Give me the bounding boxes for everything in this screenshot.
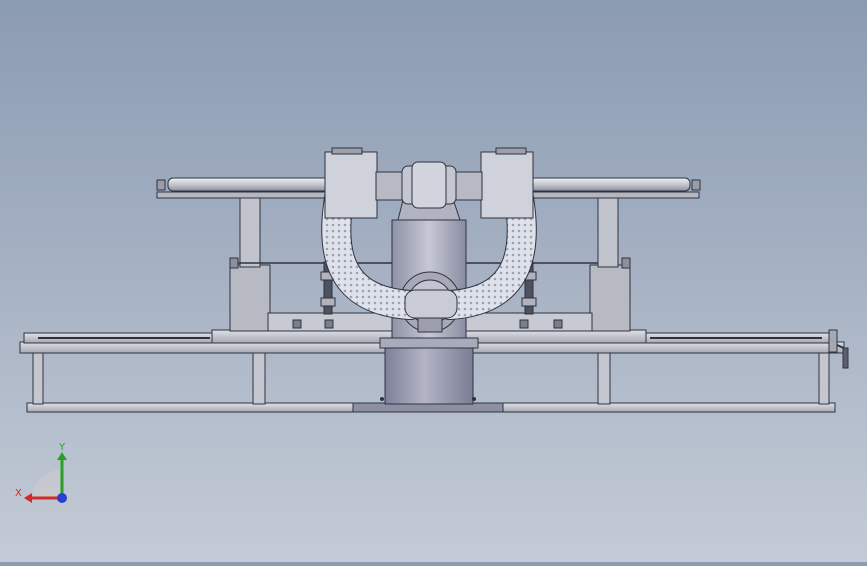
left-linear-rail[interactable] bbox=[23, 332, 215, 344]
y-axis-arrow bbox=[57, 452, 67, 460]
model-view[interactable] bbox=[0, 0, 867, 562]
graphics-viewport[interactable]: Y X bbox=[0, 0, 867, 562]
y-axis-label: Y bbox=[58, 442, 66, 453]
wrist-coupling[interactable] bbox=[401, 161, 457, 209]
right-gun-head[interactable] bbox=[455, 147, 534, 219]
triad-disc bbox=[32, 470, 60, 498]
left-gun-head[interactable] bbox=[324, 147, 403, 219]
x-axis-label: X bbox=[15, 488, 22, 499]
z-axis-dot bbox=[57, 493, 67, 503]
x-axis-arrow bbox=[24, 493, 32, 503]
right-support-column[interactable] bbox=[597, 196, 631, 269]
coordinate-triad: Y X bbox=[15, 442, 67, 503]
robot-pedestal[interactable] bbox=[379, 337, 479, 405]
